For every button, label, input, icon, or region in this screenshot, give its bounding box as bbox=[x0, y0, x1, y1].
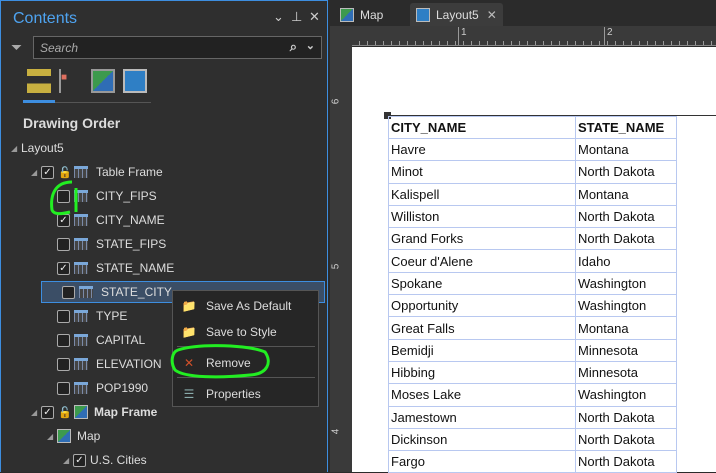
annotation-highlights bbox=[50, 180, 270, 379]
